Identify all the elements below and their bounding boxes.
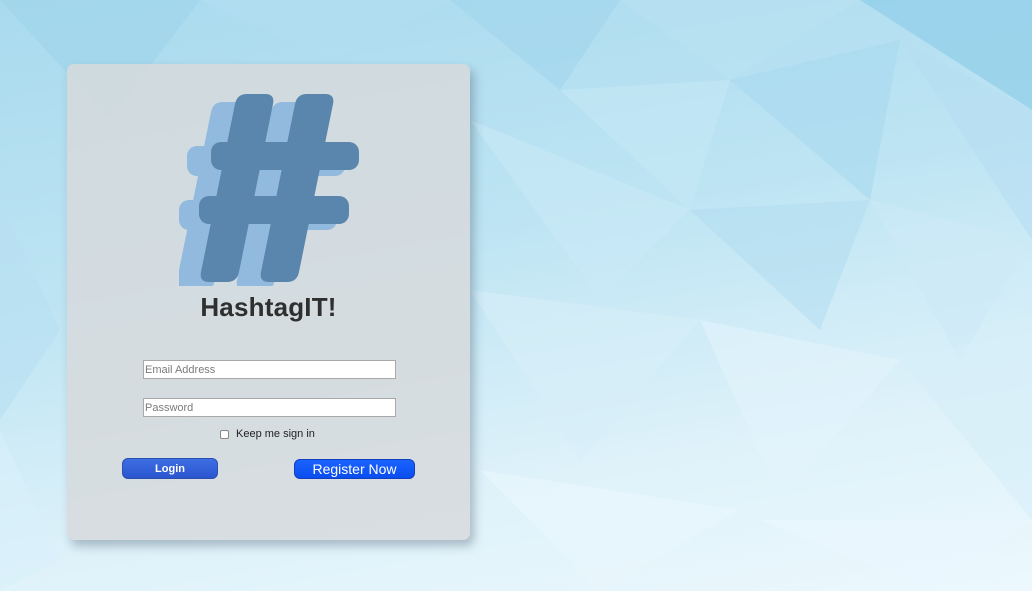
remember-me-checkbox[interactable] (220, 429, 229, 439)
remember-me-label: Keep me sign in (236, 428, 315, 440)
login-card: HashtagIT! Keep me sign in Login Registe… (67, 64, 470, 540)
login-button[interactable]: Login (122, 458, 218, 479)
register-button[interactable]: Register Now (294, 459, 415, 479)
remember-me-row: Keep me sign in (220, 427, 315, 441)
email-input[interactable] (143, 360, 396, 379)
hashtag-icon (179, 94, 359, 286)
password-input[interactable] (143, 398, 396, 417)
app-title: HashtagIT! (200, 292, 337, 322)
